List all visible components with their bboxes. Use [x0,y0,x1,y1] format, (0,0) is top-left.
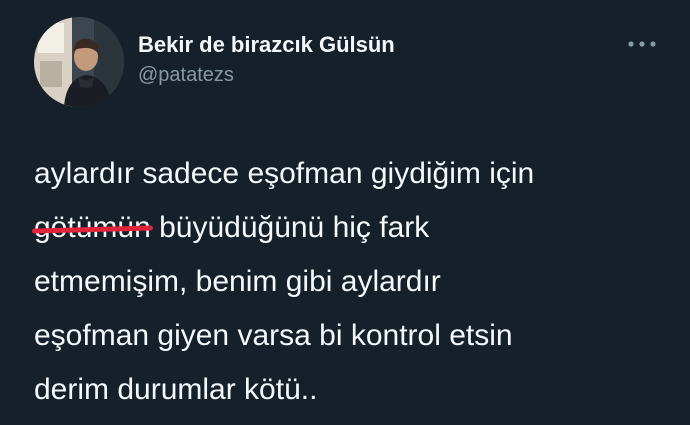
display-name[interactable]: Bekir de birazcık Gülsün [138,32,395,58]
avatar-photo [34,17,124,107]
tweet-line-4: eşofman giyen varsa bi kontrol etsin [34,319,513,352]
tweet-text: aylardır sadece eşofman giydiğim için gö… [34,147,674,417]
tweet-line-1: aylardır sadece eşofman giydiğim için [34,157,535,190]
more-horizontal-icon [628,41,656,47]
censored-word: götümün [34,201,151,255]
tweet-line-3: etmemişim, benim gibi aylardır [34,265,441,298]
tweet-line-2-rest: büyüdüğünü hiç fark [150,211,430,244]
tweet-line-5: derim durumlar kötü.. [34,373,318,406]
avatar[interactable] [34,17,124,107]
tweet-line-2: götümün büyüdüğünü hiç fark [34,201,674,255]
tweet-card: Bekir de birazcık Gülsün @patatezs aylar… [0,0,690,425]
user-handle[interactable]: @patatezs [138,64,234,87]
more-options-button[interactable] [626,36,658,52]
